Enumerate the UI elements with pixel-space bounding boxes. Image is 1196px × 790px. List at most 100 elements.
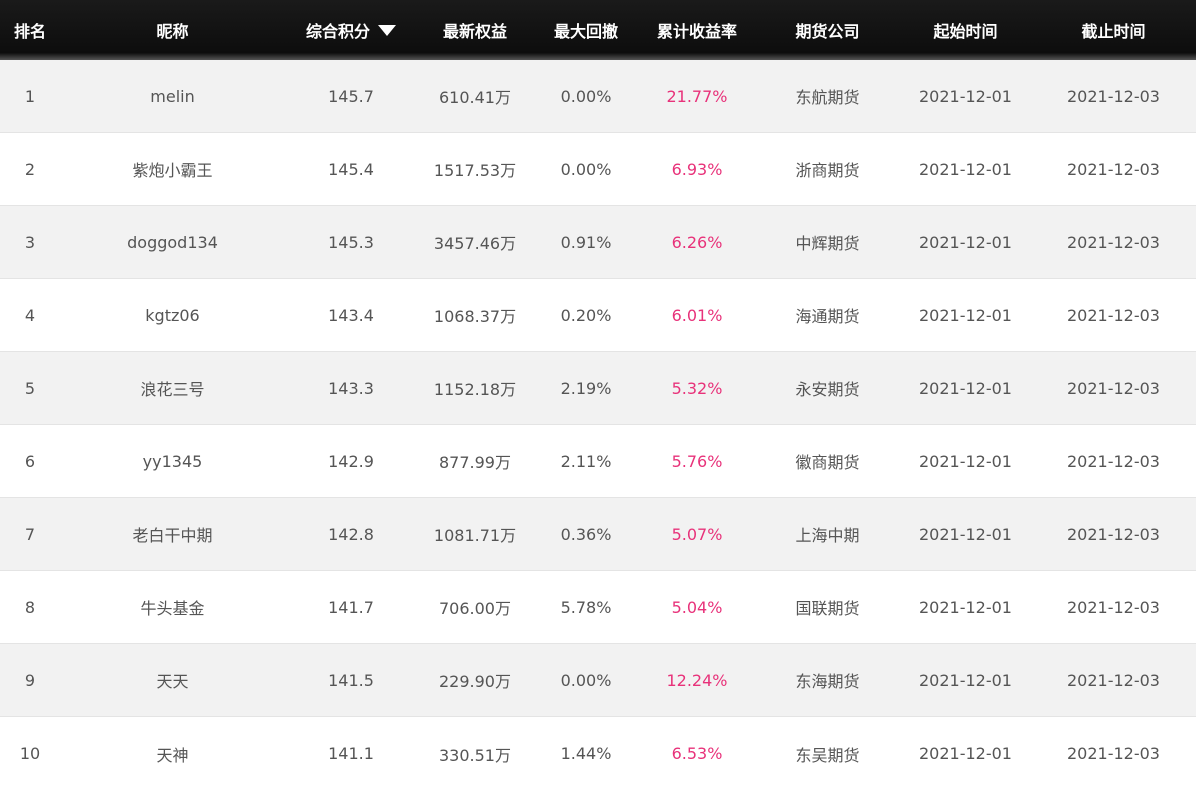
- rank-cell: 2: [24, 159, 36, 179]
- rank-cell: 10: [19, 744, 41, 763]
- nickname-cell: 浪花三号: [140, 380, 205, 399]
- return-cell: 21.77%: [666, 86, 728, 106]
- equity-cell: 229.90万: [439, 672, 511, 691]
- equity-cell: 1068.37万: [433, 307, 517, 326]
- equity-cell: 706.00万: [439, 599, 511, 618]
- score-cell: 141.5: [328, 670, 374, 690]
- equity-cell: 1517.53万: [433, 161, 517, 180]
- start-time-cell: 2021-12-01: [919, 597, 1012, 617]
- drawdown-cell: 0.00%: [560, 670, 612, 690]
- rank-cell: 3: [24, 232, 36, 252]
- score-cell: 145.3: [328, 232, 374, 252]
- start-time-cell: 2021-12-01: [919, 86, 1012, 106]
- nickname-cell: 牛头基金: [140, 599, 205, 618]
- return-cell: 6.93%: [671, 159, 723, 179]
- end-time-cell: 2021-12-03: [1067, 232, 1160, 252]
- ranking-table: 排名 昵称 综合积分 最新权益 最大回撤 累计收益率 期货公司 起始时间 截止时…: [0, 0, 1196, 790]
- table-row: 5 浪花三号 143.3 1152.18万 2.19% 5.32% 永安期货 2…: [0, 352, 1196, 425]
- header-start-time[interactable]: 起始时间: [900, 18, 1031, 42]
- table-row: 4 kgtz06 143.4 1068.37万 0.20% 6.01% 海通期货…: [0, 279, 1196, 352]
- end-time-cell: 2021-12-03: [1067, 524, 1160, 544]
- end-time-cell: 2021-12-03: [1067, 305, 1160, 325]
- equity-cell: 1081.71万: [433, 526, 517, 545]
- nickname-cell: 天神: [156, 745, 189, 765]
- score-cell: 142.9: [328, 451, 374, 471]
- start-time-cell: 2021-12-01: [919, 451, 1012, 471]
- header-end-time[interactable]: 截止时间: [1031, 18, 1196, 42]
- company-cell: 徽商期货: [795, 453, 860, 472]
- rank-cell: 8: [24, 597, 36, 617]
- end-time-cell: 2021-12-03: [1067, 597, 1160, 617]
- company-cell: 海通期货: [795, 307, 860, 326]
- company-cell: 永安期货: [795, 380, 860, 399]
- nickname-cell: doggod134: [127, 232, 218, 252]
- rank-cell: 7: [24, 524, 36, 544]
- header-drawdown[interactable]: 最大回撤: [533, 18, 639, 42]
- return-cell: 5.04%: [671, 597, 723, 617]
- return-cell: 5.76%: [671, 451, 723, 471]
- end-time-cell: 2021-12-03: [1067, 744, 1160, 763]
- drawdown-cell: 0.00%: [560, 159, 612, 179]
- rank-cell: 9: [24, 670, 36, 690]
- score-cell: 143.3: [328, 378, 374, 398]
- header-equity[interactable]: 最新权益: [417, 18, 533, 42]
- company-cell: 东航期货: [795, 88, 860, 107]
- nickname-cell: 紫炮小霸王: [132, 161, 213, 180]
- nickname-cell: yy1345: [142, 451, 203, 471]
- company-cell: 上海中期: [795, 526, 860, 545]
- nickname-cell: 老白干中期: [132, 526, 213, 545]
- drawdown-cell: 2.19%: [560, 378, 612, 398]
- start-time-cell: 2021-12-01: [919, 524, 1012, 544]
- header-score-label: 综合积分: [305, 22, 370, 41]
- nickname-cell: 天天: [156, 672, 189, 691]
- equity-cell: 877.99万: [439, 453, 511, 472]
- header-rank[interactable]: 排名: [0, 18, 60, 42]
- start-time-cell: 2021-12-01: [919, 670, 1012, 690]
- return-cell: 6.01%: [671, 305, 723, 325]
- company-cell: 浙商期货: [795, 161, 860, 180]
- table-row: 6 yy1345 142.9 877.99万 2.11% 5.76% 徽商期货 …: [0, 425, 1196, 498]
- drawdown-cell: 0.36%: [560, 524, 612, 544]
- drawdown-cell: 2.11%: [560, 451, 612, 471]
- equity-cell: 330.51万: [439, 745, 511, 765]
- end-time-cell: 2021-12-03: [1067, 451, 1160, 471]
- drawdown-cell: 5.78%: [560, 597, 612, 617]
- end-time-cell: 2021-12-03: [1067, 159, 1160, 179]
- company-cell: 东海期货: [795, 672, 860, 691]
- equity-cell: 3457.46万: [433, 234, 517, 253]
- return-cell: 5.07%: [671, 524, 723, 544]
- start-time-cell: 2021-12-01: [919, 159, 1012, 179]
- header-return[interactable]: 累计收益率: [639, 18, 755, 42]
- company-cell: 东吴期货: [795, 745, 860, 765]
- start-time-cell: 2021-12-01: [919, 305, 1012, 325]
- header-nickname[interactable]: 昵称: [60, 18, 285, 42]
- score-cell: 143.4: [328, 305, 374, 325]
- drawdown-cell: 1.44%: [560, 744, 612, 763]
- header-company[interactable]: 期货公司: [755, 18, 900, 42]
- table-row: 2 紫炮小霸王 145.4 1517.53万 0.00% 6.93% 浙商期货 …: [0, 133, 1196, 206]
- header-score[interactable]: 综合积分: [285, 18, 417, 42]
- company-cell: 中辉期货: [795, 234, 860, 253]
- end-time-cell: 2021-12-03: [1067, 670, 1160, 690]
- table-row: 3 doggod134 145.3 3457.46万 0.91% 6.26% 中…: [0, 206, 1196, 279]
- table-header: 排名 昵称 综合积分 最新权益 最大回撤 累计收益率 期货公司 起始时间 截止时…: [0, 0, 1196, 60]
- rank-cell: 1: [24, 86, 36, 106]
- drawdown-cell: 0.91%: [560, 232, 612, 252]
- end-time-cell: 2021-12-03: [1067, 378, 1160, 398]
- company-cell: 国联期货: [795, 599, 860, 618]
- score-cell: 141.1: [328, 744, 374, 763]
- start-time-cell: 2021-12-01: [919, 744, 1012, 763]
- start-time-cell: 2021-12-01: [919, 378, 1012, 398]
- return-cell: 6.26%: [671, 232, 723, 252]
- return-cell: 5.32%: [671, 378, 723, 398]
- return-cell: 6.53%: [671, 744, 723, 763]
- equity-cell: 1152.18万: [433, 380, 517, 399]
- table-row: 7 老白干中期 142.8 1081.71万 0.36% 5.07% 上海中期 …: [0, 498, 1196, 571]
- score-cell: 145.7: [328, 86, 374, 106]
- drawdown-cell: 0.20%: [560, 305, 612, 325]
- score-cell: 142.8: [328, 524, 374, 544]
- table-row: 1 melin 145.7 610.41万 0.00% 21.77% 东航期货 …: [0, 60, 1196, 133]
- score-cell: 145.4: [328, 159, 374, 179]
- end-time-cell: 2021-12-03: [1067, 86, 1160, 106]
- sort-down-icon[interactable]: [378, 25, 396, 36]
